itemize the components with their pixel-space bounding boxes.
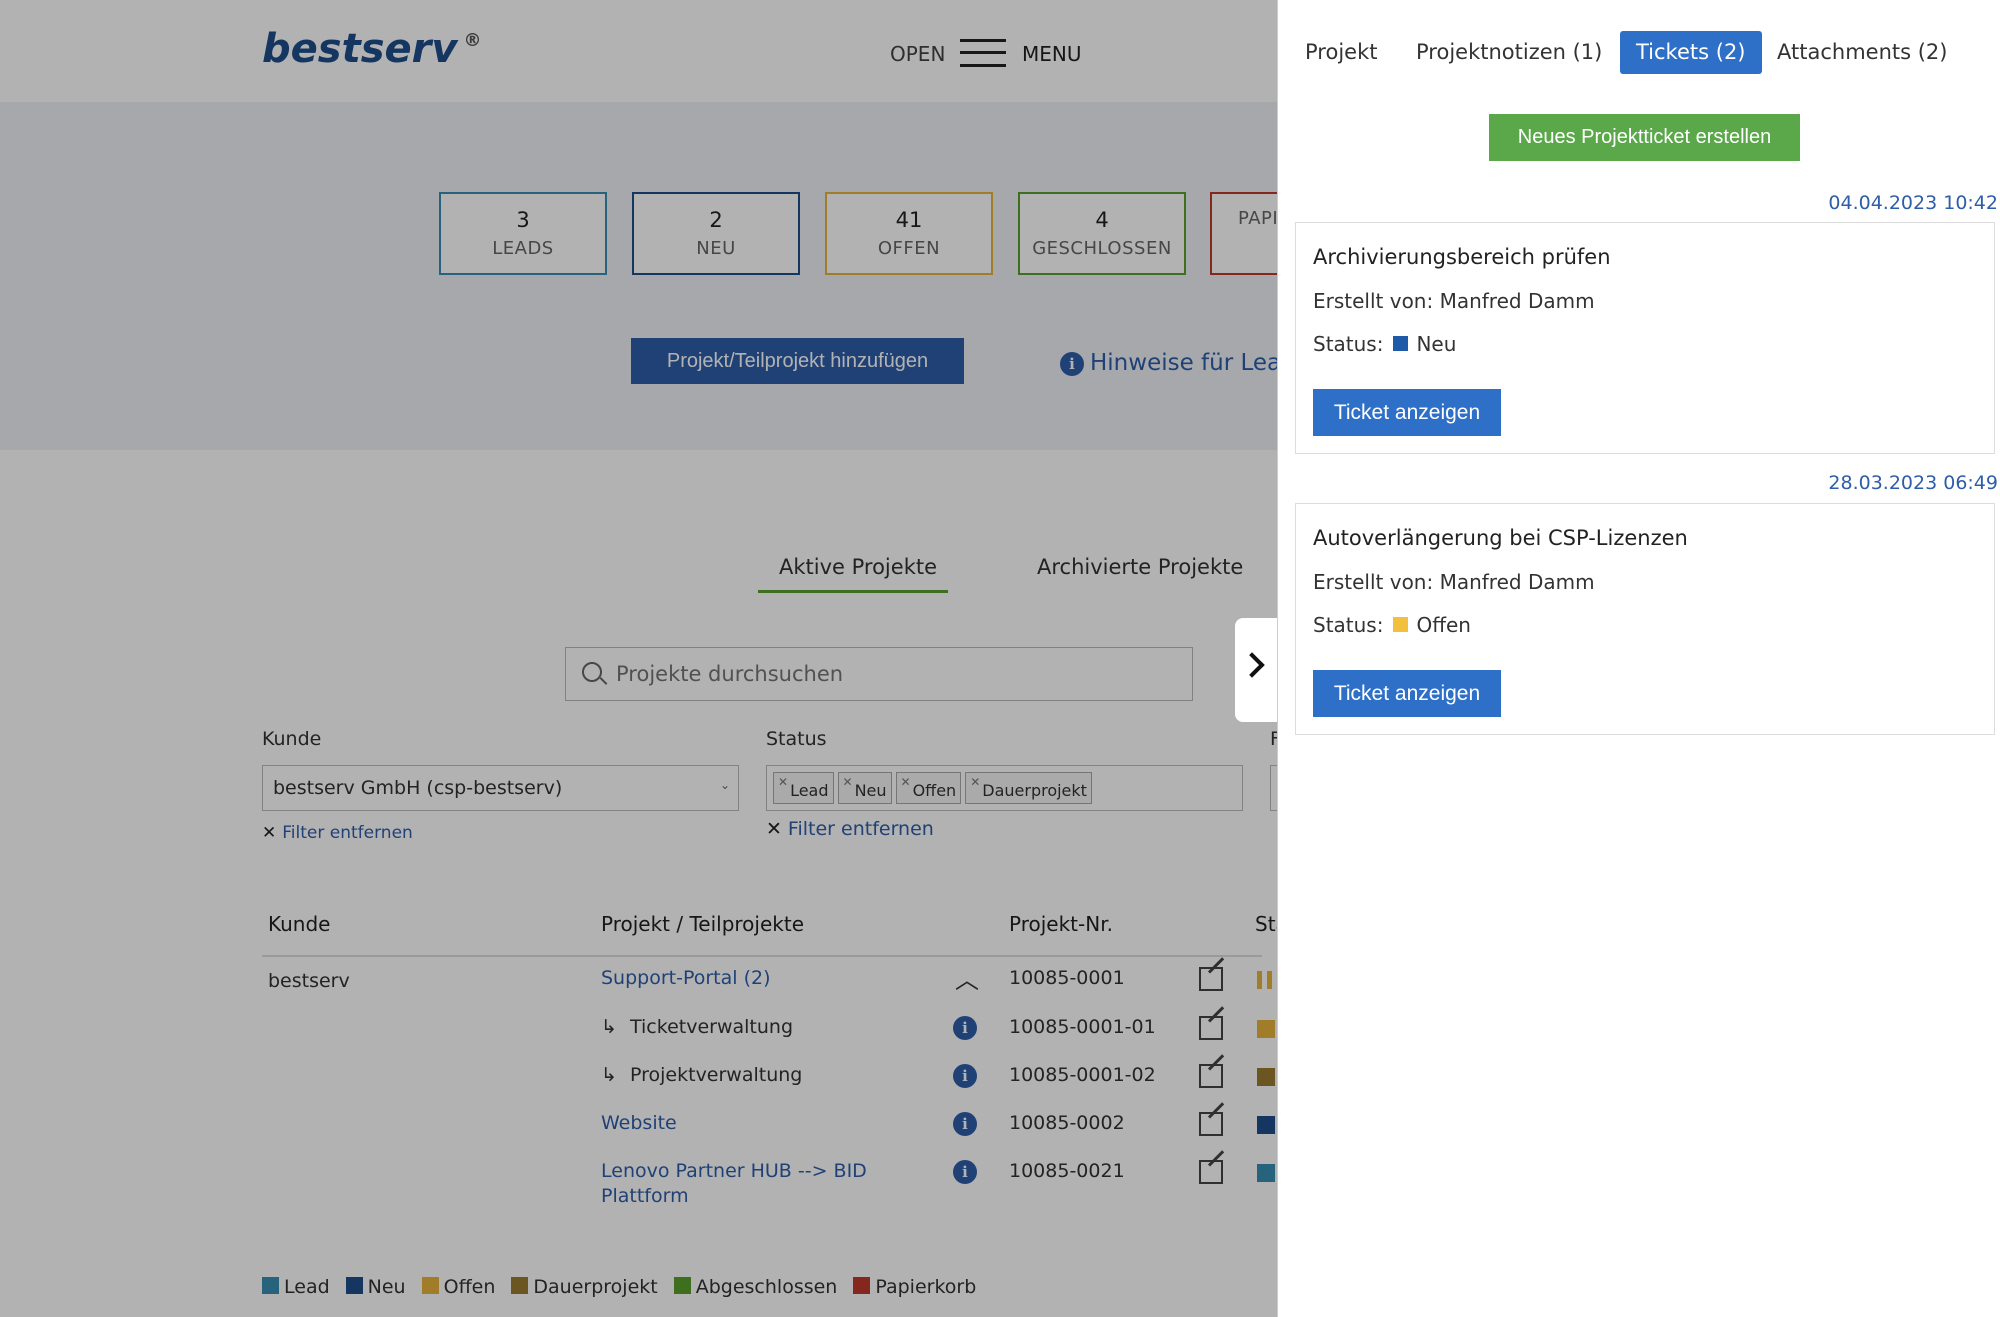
panel-tab-attachments[interactable]: Attachments (2)	[1761, 31, 1963, 74]
ticket-card: Autoverlängerung bei CSP-Lizenzen Erstel…	[1295, 503, 1995, 735]
ticket-date: 04.04.2023 10:42	[1828, 192, 1998, 214]
ticket-card: Archivierungsbereich prüfen Erstellt von…	[1295, 222, 1995, 454]
new-project-ticket-button[interactable]: Neues Projektticket erstellen	[1489, 114, 1800, 161]
ticket-created-by: Erstellt von: Manfred Damm	[1313, 289, 1595, 313]
chevron-right-icon	[1239, 652, 1265, 678]
panel-tab-projekt[interactable]: Projekt	[1289, 31, 1393, 74]
ticket-title: Autoverlängerung bei CSP-Lizenzen	[1313, 526, 1688, 550]
show-ticket-button[interactable]: Ticket anzeigen	[1313, 670, 1501, 717]
panel-toggle-button[interactable]	[1235, 618, 1277, 722]
ticket-date: 28.03.2023 06:49	[1828, 472, 1998, 494]
ticket-status: Status: Offen	[1313, 613, 1471, 637]
ticket-created-by: Erstellt von: Manfred Damm	[1313, 570, 1595, 594]
show-ticket-button[interactable]: Ticket anzeigen	[1313, 389, 1501, 436]
panel-tab-tickets[interactable]: Tickets (2)	[1620, 31, 1762, 74]
ticket-status: Status: Neu	[1313, 332, 1457, 356]
status-swatch	[1393, 617, 1409, 632]
project-side-panel: Projekt Projektnotizen (1) Tickets (2) A…	[1277, 0, 2000, 1317]
panel-tab-projektnotizen[interactable]: Projektnotizen (1)	[1400, 31, 1618, 74]
dim-overlay[interactable]	[0, 0, 1277, 1317]
ticket-title: Archivierungsbereich prüfen	[1313, 245, 1611, 269]
status-swatch	[1393, 336, 1409, 351]
